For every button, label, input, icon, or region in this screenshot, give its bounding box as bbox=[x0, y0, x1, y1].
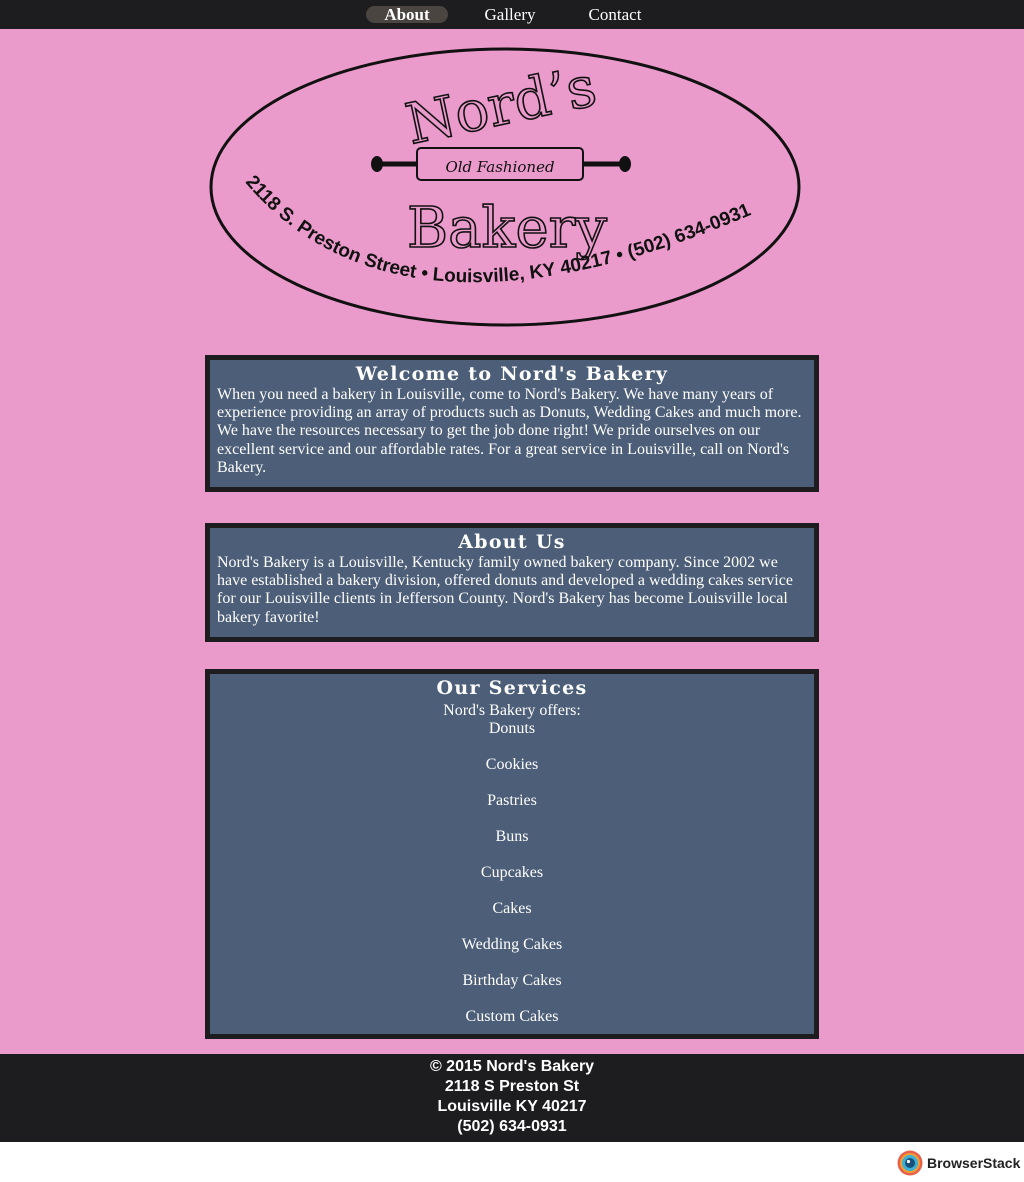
about-title: About Us bbox=[458, 531, 566, 553]
list-item: Cookies bbox=[485, 756, 539, 773]
footer-copyright: © 2015 Nord's Bakery bbox=[429, 1058, 595, 1075]
list-item: Buns bbox=[495, 828, 529, 845]
services-intro: Nord's Bakery offers: bbox=[443, 702, 581, 719]
browserstack-logo-icon bbox=[897, 1150, 923, 1176]
footer-city: Louisville KY 40217 bbox=[437, 1098, 587, 1115]
browserstack-badge[interactable]: BrowserStack bbox=[897, 1149, 1020, 1177]
list-item: Wedding Cakes bbox=[461, 936, 563, 953]
list-item: Custom Cakes bbox=[465, 1008, 559, 1025]
footer: © 2015 Nord's Bakery 2118 S Preston St L… bbox=[0, 1054, 1024, 1142]
logo-tagline: Old Fashioned bbox=[445, 158, 554, 176]
list-item: Pastries bbox=[487, 792, 537, 809]
top-nav: About Gallery Contact bbox=[0, 0, 1024, 29]
footer-street: 2118 S Preston St bbox=[444, 1078, 580, 1095]
list-item: Birthday Cakes bbox=[462, 972, 562, 989]
bakery-logo: Nord’s Old Fashioned Bakery 2118 S. Pres… bbox=[205, 42, 805, 332]
browserstack-label: BrowserStack bbox=[927, 1155, 1021, 1171]
nav-about[interactable]: About bbox=[366, 6, 448, 23]
welcome-title: Welcome to Nord's Bakery bbox=[355, 363, 669, 385]
about-section: About Us Nord's Bakery is a Louisville, … bbox=[205, 523, 819, 642]
nav-gallery[interactable]: Gallery bbox=[470, 6, 550, 23]
services-list: Donuts Cookies Pastries Buns Cupcakes Ca… bbox=[210, 720, 814, 1044]
nav-contact[interactable]: Contact bbox=[575, 6, 655, 23]
services-section: Our Services Nord's Bakery offers: Donut… bbox=[205, 669, 819, 1039]
list-item: Cakes bbox=[492, 900, 532, 917]
welcome-section: Welcome to Nord's Bakery When you need a… bbox=[205, 355, 819, 492]
services-title: Our Services bbox=[436, 677, 588, 699]
list-item: Donuts bbox=[488, 720, 536, 737]
logo-name: Nord’s bbox=[401, 54, 602, 157]
logo-bakery: Bakery bbox=[407, 196, 607, 261]
about-text: Nord's Bakery is a Louisville, Kentucky … bbox=[217, 554, 793, 626]
welcome-text: When you need a bakery in Louisville, co… bbox=[217, 386, 802, 476]
list-item: Cupcakes bbox=[480, 864, 544, 881]
footer-phone: (502) 634-0931 bbox=[457, 1118, 567, 1135]
